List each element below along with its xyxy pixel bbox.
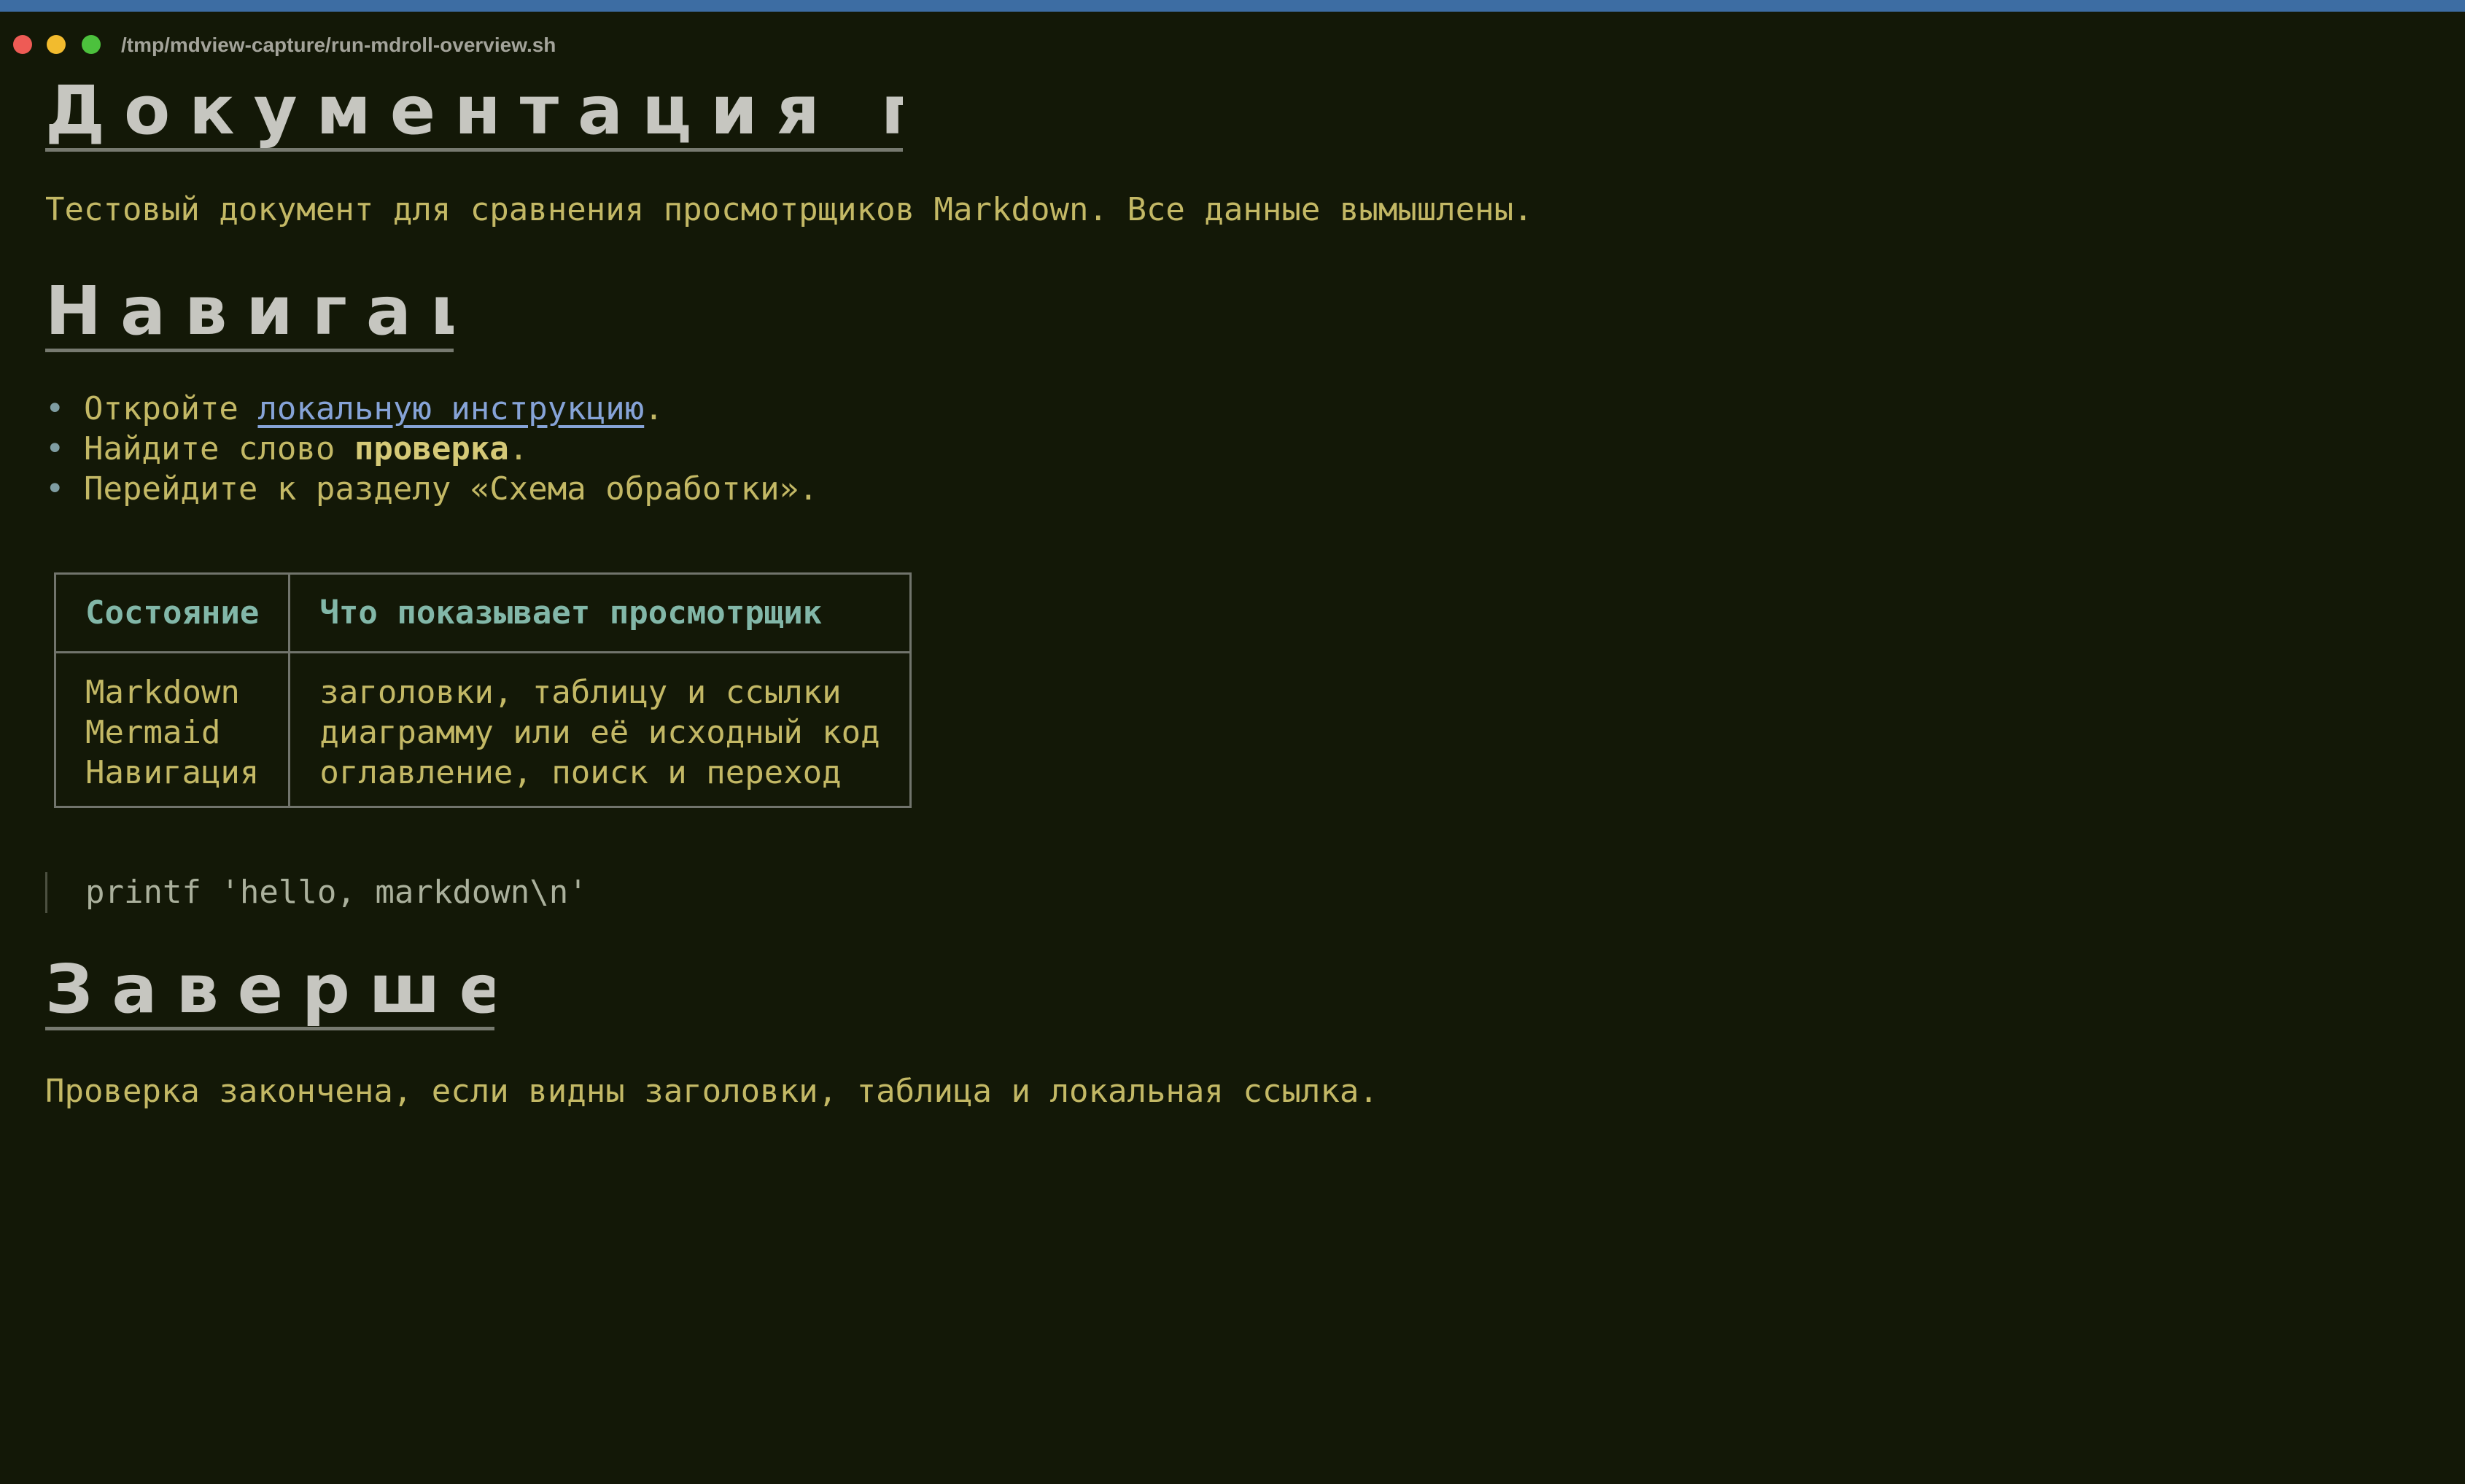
list-item-text: Перейдите к разделу «Схема обработки». xyxy=(84,470,818,508)
table-header-viewer: Что показывает просмотрщик xyxy=(288,572,912,653)
table-header-state: Состояние xyxy=(53,572,291,653)
table-cell-line: Навигация xyxy=(85,754,260,791)
list-item: • Перейдите к разделу «Схема обработки». xyxy=(45,469,818,509)
markdown-render-area: Документация пр Тестовый документ для ср… xyxy=(0,0,2465,1484)
intro-paragraph: Тестовый документ для сравнения просмотр… xyxy=(45,191,1533,228)
table-cell-line: заголовки, таблицу и ссылки xyxy=(319,674,842,711)
navigation-list: • Откройте локальную инструкцию. • Найди… xyxy=(45,389,818,509)
terminal-window: /tmp/mdview-capture/run-mdroll-overview.… xyxy=(0,0,2465,1484)
table-cell-line: оглавление, поиск и переход xyxy=(319,754,842,791)
bold-keyword: проверка xyxy=(354,430,509,467)
list-item-text: Откройте xyxy=(84,390,258,427)
list-item-text: Найдите слово xyxy=(84,430,354,467)
table-cell-states: Markdown Mermaid Навигация xyxy=(53,651,291,808)
table-cell-descriptions: заголовки, таблицу и ссылки диаграмму ил… xyxy=(288,651,912,808)
list-item-text: . xyxy=(508,430,529,467)
viewer-state-table: Состояние Что показывает просмотрщик Mar… xyxy=(53,572,912,808)
list-item-text: . xyxy=(644,390,664,427)
outro-paragraph: Проверка закончена, если видны заголовки… xyxy=(45,1073,1378,1110)
code-block: printf 'hello, markdown\n' xyxy=(45,872,588,913)
heading-documentation: Документация пр xyxy=(45,73,903,152)
bullet-marker: • xyxy=(45,390,65,427)
table-row: Markdown Mermaid Навигация заголовки, та… xyxy=(53,651,912,808)
local-instruction-link[interactable]: локальную инструкцию xyxy=(257,390,644,427)
bullet-marker: • xyxy=(45,430,65,467)
table-header-row: Состояние Что показывает просмотрщик xyxy=(53,572,912,653)
heading-navigation: Навигац xyxy=(45,273,454,353)
heading-completion: Заверше xyxy=(45,952,494,1031)
bullet-marker: • xyxy=(45,470,65,508)
list-item: • Откройте локальную инструкцию. xyxy=(45,389,818,429)
table-cell-line: Mermaid xyxy=(85,714,221,751)
list-item: • Найдите слово проверка. xyxy=(45,429,818,469)
table-cell-line: диаграмму или её исходный код xyxy=(319,714,880,751)
table-cell-line: Markdown xyxy=(85,674,240,711)
